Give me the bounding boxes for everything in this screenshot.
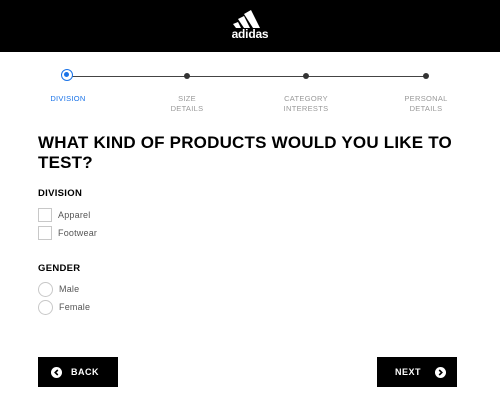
footwear-label: Footwear — [58, 228, 98, 238]
male-label: Male — [59, 284, 80, 294]
gender-section-title: GENDER — [38, 263, 81, 274]
back-button-label: BACK — [71, 367, 99, 377]
stepper-track — [68, 76, 426, 77]
header-bar: adidas — [0, 0, 500, 52]
step-label-personal-details[interactable]: PERSONAL DETAILS — [386, 94, 466, 114]
step-label-line: DETAILS — [409, 104, 443, 113]
active-step-dot — [64, 72, 69, 77]
division-section-title: DIVISION — [38, 188, 83, 199]
division-option-apparel[interactable]: Apparel — [38, 207, 90, 223]
adidas-logo[interactable]: adidas — [224, 10, 276, 42]
female-radio[interactable] — [38, 299, 53, 315]
step-size-details-indicator[interactable] — [184, 73, 190, 79]
apparel-checkbox[interactable] — [38, 208, 52, 222]
gender-option-male[interactable]: Male — [38, 281, 79, 297]
step-label-division[interactable]: DIVISION — [28, 94, 108, 104]
step-label-line: DETAILS — [170, 104, 204, 113]
next-button[interactable]: NEXT — [377, 357, 457, 387]
female-label: Female — [59, 302, 91, 312]
page-question-heading: WHAT KIND OF PRODUCTS WOULD YOU LIKE TO … — [38, 133, 452, 172]
step-division-indicator[interactable] — [61, 69, 73, 81]
step-label-line: INTERESTS — [283, 104, 329, 113]
male-radio[interactable] — [38, 281, 53, 297]
chevron-right-circle-icon — [435, 366, 447, 378]
back-button[interactable]: BACK — [38, 357, 118, 387]
division-option-footwear[interactable]: Footwear — [38, 225, 97, 241]
step-label-line: CATEGORY — [284, 94, 328, 103]
next-button-label: NEXT — [395, 367, 422, 377]
step-label-line: PERSONAL — [404, 94, 448, 103]
progress-stepper: DIVISION SIZE DETAILS CATEGORY INTERESTS… — [0, 64, 500, 120]
adidas-stripes-icon — [233, 10, 260, 28]
step-label-line: DIVISION — [50, 94, 86, 103]
gender-option-female[interactable]: Female — [38, 299, 90, 315]
step-category-interests-indicator[interactable] — [303, 73, 309, 79]
step-label-category-interests[interactable]: CATEGORY INTERESTS — [266, 94, 346, 114]
step-personal-details-indicator[interactable] — [423, 73, 429, 79]
logo-wordmark: adidas — [231, 27, 269, 41]
chevron-left-circle-icon — [51, 366, 62, 378]
step-label-line: SIZE — [178, 94, 196, 103]
apparel-label: Apparel — [58, 210, 91, 220]
step-label-size-details[interactable]: SIZE DETAILS — [147, 94, 227, 114]
footwear-checkbox[interactable] — [38, 226, 52, 240]
